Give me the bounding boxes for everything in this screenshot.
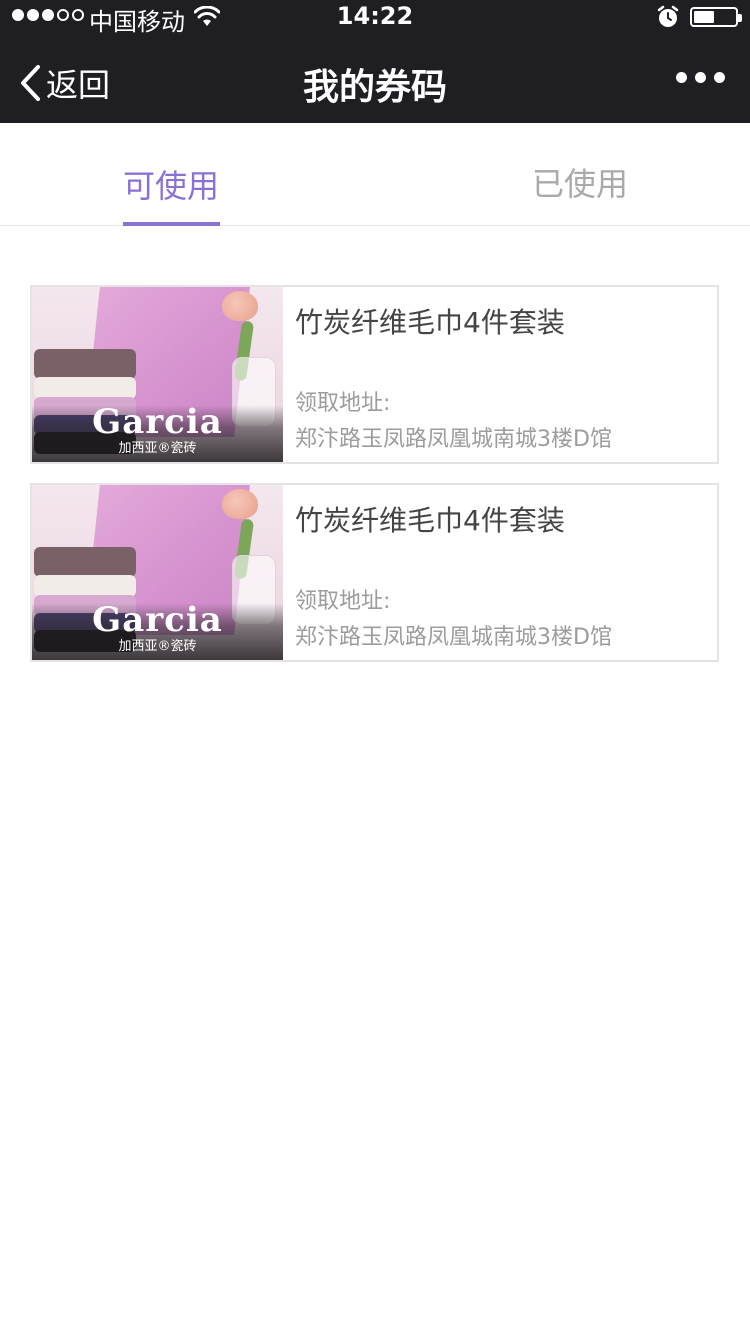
navigation-bar: 返回 我的券码 — [0, 40, 750, 123]
more-options-icon[interactable] — [676, 72, 725, 83]
status-bar: 中国移动 14:22 — [0, 0, 750, 40]
address-label: 领取地址: — [295, 589, 391, 614]
address-text: 郑汴路玉凤路凤凰城南城3楼D馆 — [295, 427, 612, 452]
alarm-icon — [657, 5, 679, 27]
clock: 14:22 — [336, 2, 414, 30]
tab-bar: 可使用 已使用 — [0, 123, 750, 226]
brand-subtitle: 加西亚®瓷砖 — [118, 639, 197, 654]
active-tab-indicator — [123, 222, 220, 226]
address-label: 领取地址: — [295, 391, 391, 416]
coupon-card[interactable]: Garcia 加西亚®瓷砖 竹炭纤维毛巾4件套装 领取地址: 郑汴路玉凤路凤凰城… — [30, 285, 719, 464]
coupon-image: Garcia 加西亚®瓷砖 — [32, 287, 283, 462]
page-title: 我的券码 — [302, 67, 447, 108]
brand-logo: Garcia — [92, 600, 223, 640]
coupon-image: Garcia 加西亚®瓷砖 — [32, 485, 283, 660]
coupon-info: 竹炭纤维毛巾4件套装 领取地址: 郑汴路玉凤路凤凰城南城3楼D馆 — [295, 287, 717, 462]
app-header: 中国移动 14:22 返回 我的券码 — [0, 0, 750, 123]
coupon-title: 竹炭纤维毛巾4件套装 — [295, 504, 565, 537]
brand-subtitle: 加西亚®瓷砖 — [118, 441, 197, 456]
tab-available[interactable]: 可使用 — [123, 161, 219, 207]
tab-used[interactable]: 已使用 — [532, 159, 628, 205]
address-text: 郑汴路玉凤路凤凰城南城3楼D馆 — [295, 625, 612, 650]
brand-logo: Garcia — [92, 402, 223, 442]
coupon-title: 竹炭纤维毛巾4件套装 — [295, 306, 565, 339]
coupon-info: 竹炭纤维毛巾4件套装 领取地址: 郑汴路玉凤路凤凰城南城3楼D馆 — [295, 485, 717, 660]
battery-icon — [690, 7, 742, 27]
coupon-card[interactable]: Garcia 加西亚®瓷砖 竹炭纤维毛巾4件套装 领取地址: 郑汴路玉凤路凤凰城… — [30, 483, 719, 662]
